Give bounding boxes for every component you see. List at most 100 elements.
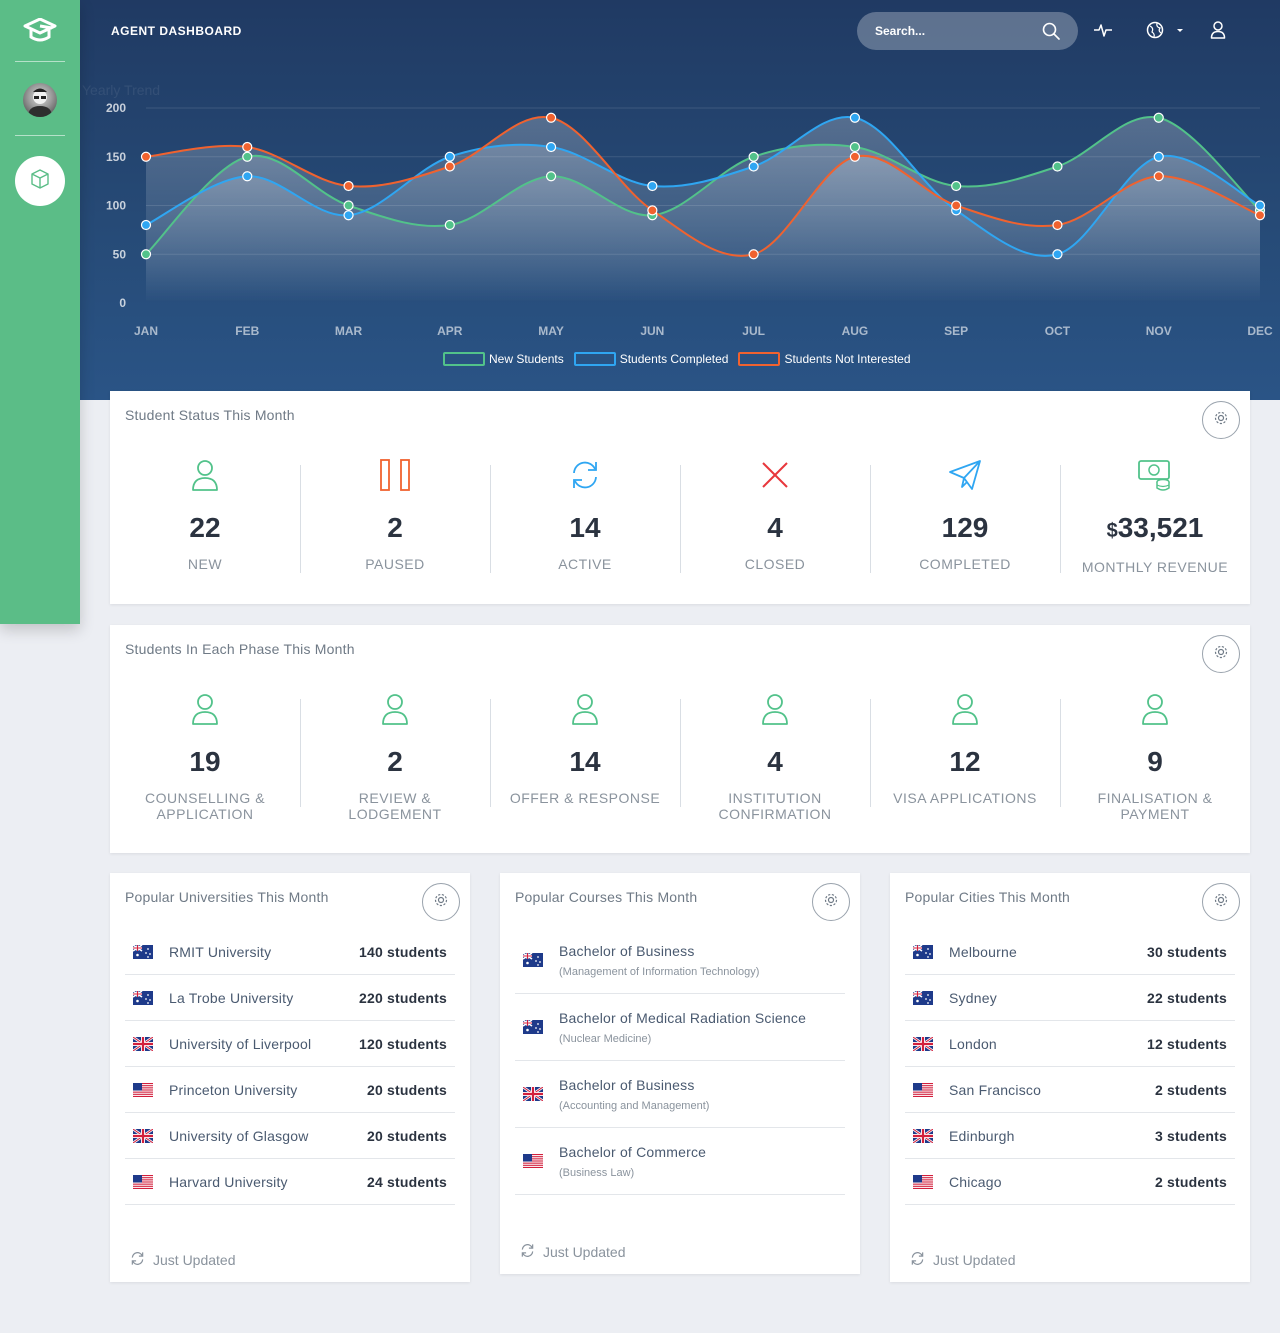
sidebar (0, 0, 80, 624)
data-point (242, 171, 253, 182)
yearly-trend-chart: 0 50 100 150 200 JAN FEB MAR APR MAY JUN JUL AUG SEP O… (80, 70, 1280, 380)
phase-card: Students In Each Phase This Month 19 COU… (110, 625, 1250, 853)
stat-value: 14 (569, 512, 601, 543)
stat-value: 4 (767, 746, 783, 777)
avatar[interactable] (23, 83, 57, 117)
y-tick-label: 200 (106, 101, 126, 115)
stat-value: 4 (767, 512, 783, 543)
user-icon (381, 692, 409, 731)
page-title: AGENT DASHBOARD (111, 24, 242, 38)
settings-button[interactable] (1202, 401, 1240, 439)
data-point (343, 210, 354, 221)
list-item[interactable]: Bachelor of Medical Radiation Science (Nu… (515, 994, 845, 1061)
stat-value: 12 (949, 746, 981, 777)
refresh-icon (569, 459, 601, 496)
uk-flag-icon (912, 1035, 934, 1052)
list-item[interactable]: Chicago 2 students (905, 1159, 1235, 1205)
x-tick-label: JAN (134, 324, 158, 338)
list-item[interactable]: University of Liverpool 120 students (125, 1021, 455, 1067)
stat-value: 14 (569, 746, 601, 777)
paper-plane-icon (948, 459, 982, 496)
data-point (1052, 161, 1063, 172)
phase-finalisation: 9 FINALISATION & PAYMENT (1060, 691, 1250, 822)
list-item[interactable]: San Francisco 2 students (905, 1067, 1235, 1113)
uk-flag-icon (522, 1085, 544, 1103)
stat-label-line: OFFER & RESPONSE (509, 790, 661, 806)
user-profile-icon[interactable] (1210, 20, 1226, 45)
y-tick-label: 150 (106, 150, 126, 164)
x-tick-label: AUG (842, 324, 869, 338)
list-item-subtitle: (Nuclear Medicine) (559, 1032, 652, 1045)
australia-flag-icon (522, 952, 543, 967)
data-point (647, 205, 658, 216)
us-flag-icon (133, 1082, 153, 1097)
pause-icon (380, 458, 410, 496)
x-tick-label: NOV (1146, 324, 1172, 338)
list-item-value: 30 students (1147, 943, 1227, 960)
data-point (545, 141, 557, 153)
list-item-name: Bachelor of Commerce (559, 1143, 707, 1160)
search-input[interactable] (875, 22, 1035, 40)
list-item-value: 2 students (1154, 1173, 1227, 1190)
settings-button[interactable] (1202, 635, 1240, 673)
list-item[interactable]: Edinburgh 3 students (905, 1113, 1235, 1159)
list-item-name: University of Glasgow (169, 1127, 309, 1144)
activity-icon[interactable] (1094, 20, 1112, 45)
data-point (1052, 249, 1063, 260)
graduation-cap-logo-icon[interactable] (22, 17, 58, 49)
australia-flag-icon (132, 989, 153, 1005)
settings-button[interactable] (1202, 883, 1240, 921)
settings-button[interactable] (422, 883, 460, 921)
x-tick-label: SEP (944, 324, 968, 338)
list-item-name: Melbourne (949, 943, 1017, 960)
stat-label: NEW (187, 556, 223, 572)
x-tick-label: DEC (1247, 324, 1273, 338)
chevron-down-icon[interactable] (1175, 23, 1185, 41)
stat-value: 2 (387, 512, 403, 543)
list-item-name: Edinburgh (949, 1127, 1015, 1144)
list-item[interactable]: London 12 students (905, 1021, 1235, 1067)
list-item-name: Princeton University (169, 1081, 298, 1098)
legend-item-students-completed[interactable]: Students Completed (573, 352, 728, 366)
list-item[interactable]: RMIT University 140 students (125, 929, 455, 975)
y-tick-label: 50 (113, 247, 127, 261)
x-tick-label: MAR (335, 324, 363, 338)
gear-icon (1213, 644, 1229, 665)
stat-closed: 4 CLOSED (680, 457, 870, 573)
settings-button[interactable] (812, 883, 850, 921)
list-item[interactable]: Sydney 22 students (905, 975, 1235, 1021)
data-point (849, 151, 861, 162)
stat-label: REVIEW & LODGEMENT (300, 790, 490, 822)
data-point (1153, 171, 1164, 182)
list-item[interactable]: Harvard University 24 students (125, 1159, 455, 1205)
list-item[interactable]: Bachelor of Business (Accounting and Mana… (515, 1061, 845, 1128)
australia-flag-icon (522, 1019, 543, 1034)
x-tick-label: JUL (742, 324, 765, 338)
stat-value: 9 (1147, 746, 1163, 777)
legend-item-students-not-interested[interactable]: Students Not Interested (738, 352, 911, 366)
update-status-text: Just Updated (933, 1252, 1016, 1268)
sidebar-item-dashboard[interactable] (15, 156, 65, 206)
list-item[interactable]: Princeton University 20 students (125, 1067, 455, 1113)
hero-header: AGENT DASHBOARD Yearly Trend (0, 0, 1280, 400)
list-item[interactable]: La Trobe University 220 students (125, 975, 455, 1021)
list-item[interactable]: University of Glasgow 20 students (125, 1113, 455, 1159)
globe-icon[interactable] (1146, 20, 1164, 45)
x-tick-label: FEB (235, 324, 259, 338)
legend-swatch (443, 352, 485, 366)
search-box[interactable] (857, 12, 1078, 50)
status-stats: 22 NEW 2 PAUSED 14 ACTIVE 4 CLOSED 129 C… (110, 457, 1250, 575)
search-icon[interactable] (1042, 22, 1060, 45)
australia-flag-icon (912, 943, 933, 959)
us-flag-icon (523, 1154, 543, 1168)
legend-swatch (738, 352, 781, 366)
list-item[interactable]: Bachelor of Business (Management of Infor… (515, 927, 845, 994)
uk-flag-icon (132, 1127, 154, 1144)
stat-label-line: FINALISATION & (1097, 790, 1213, 806)
list-item[interactable]: Melbourne 30 students (905, 929, 1235, 975)
legend-item-new-students[interactable]: New Students (443, 352, 564, 366)
data-point (748, 249, 759, 260)
y-tick-label: 0 (119, 296, 126, 310)
list-item[interactable]: Bachelor of Commerce (Business Law) (515, 1128, 845, 1195)
x-tick-label: OCT (1045, 324, 1071, 338)
